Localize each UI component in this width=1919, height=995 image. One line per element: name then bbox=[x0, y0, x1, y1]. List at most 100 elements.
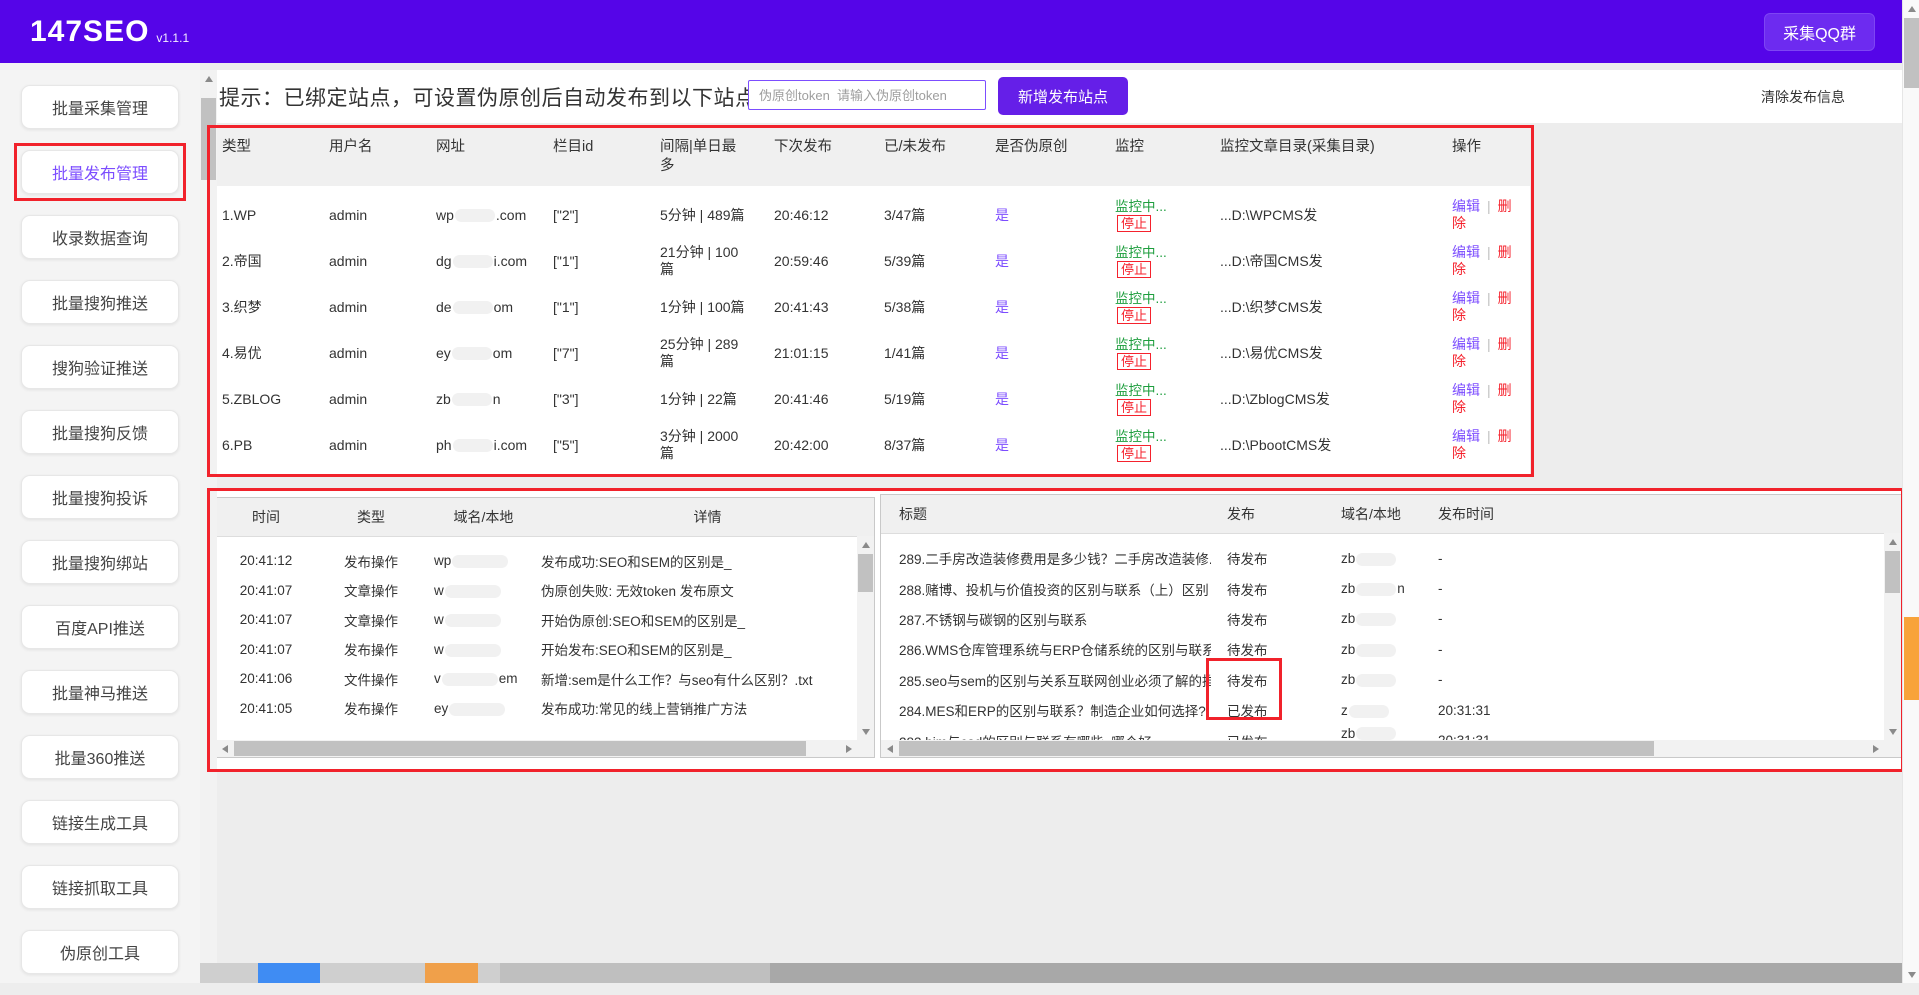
log-domain: w bbox=[426, 612, 541, 627]
stop-button[interactable]: 停止 bbox=[1117, 399, 1151, 416]
token-input[interactable] bbox=[748, 80, 986, 110]
scroll-left-icon[interactable] bbox=[216, 740, 233, 757]
app-logo-group: 147SEO v1.1.1 bbox=[30, 0, 189, 63]
log-time: 20:41:12 bbox=[216, 553, 316, 568]
article-hscroll-thumb[interactable] bbox=[899, 741, 1654, 756]
content-scrollbar-thumb[interactable] bbox=[201, 98, 216, 180]
site-operations: 编辑|删除 bbox=[1440, 330, 1530, 376]
scroll-down-icon[interactable] bbox=[857, 723, 874, 740]
content-scrollbar[interactable] bbox=[200, 70, 217, 963]
monitor-status: 监控中... bbox=[1115, 429, 1167, 444]
article-row: 288.赌博、投机与价值投资的区别与联系（上）区别待发布zbn- bbox=[881, 573, 1901, 603]
url-suffix: i.com bbox=[494, 437, 527, 453]
scroll-down-icon[interactable] bbox=[1903, 966, 1919, 983]
redacted-blob bbox=[445, 585, 501, 598]
table-row: 2.帝国admindgi.com["1"]21分钟 | 100篇20:59:46… bbox=[210, 238, 1530, 284]
site-user: admin bbox=[317, 422, 424, 468]
scroll-right-icon[interactable] bbox=[1867, 740, 1884, 757]
log-detail: 开始伪原创:SEO和SEM的区别是_ bbox=[541, 610, 874, 630]
sidebar-item[interactable]: 批量360推送 bbox=[21, 735, 179, 779]
scroll-up-icon[interactable] bbox=[200, 70, 217, 87]
log-panel-vscrollbar[interactable] bbox=[857, 536, 874, 740]
stop-button[interactable]: 停止 bbox=[1117, 307, 1151, 324]
url-suffix: om bbox=[493, 345, 512, 361]
edit-link[interactable]: 编辑 bbox=[1452, 382, 1480, 398]
stop-button[interactable]: 停止 bbox=[1117, 445, 1151, 462]
site-published-count: 2/22篇 bbox=[872, 468, 983, 474]
edit-link[interactable]: 编辑 bbox=[1452, 198, 1480, 214]
sidebar-item[interactable]: 百度API推送 bbox=[21, 605, 179, 649]
log-vscroll-thumb[interactable] bbox=[858, 554, 873, 592]
publish-status: 待发布 bbox=[1211, 548, 1326, 568]
edit-link[interactable]: 编辑 bbox=[1452, 428, 1480, 444]
stop-button[interactable]: 停止 bbox=[1117, 261, 1151, 278]
url-suffix: om bbox=[494, 299, 513, 315]
sidebar-item[interactable]: 批量搜狗绑站 bbox=[21, 540, 179, 584]
sidebar-item[interactable]: 批量采集管理 bbox=[21, 85, 179, 129]
log-panel-hscrollbar[interactable] bbox=[216, 740, 857, 757]
site-type: 5.ZBLOG bbox=[210, 376, 317, 422]
stop-button[interactable]: 停止 bbox=[1117, 353, 1151, 370]
site-directory: ...D:\WPCMS发 bbox=[1208, 189, 1440, 238]
log-hscroll-thumb[interactable] bbox=[234, 741, 806, 756]
page-scrollbar[interactable] bbox=[1902, 0, 1919, 983]
sidebar-item[interactable]: 批量发布管理 bbox=[21, 150, 179, 194]
sidebar-item[interactable]: 链接抓取工具 bbox=[21, 865, 179, 909]
sidebar-item[interactable]: 链接生成工具 bbox=[21, 800, 179, 844]
separator: | bbox=[1487, 336, 1491, 352]
site-published-count: 1/41篇 bbox=[872, 330, 983, 376]
publish-status: 待发布 bbox=[1211, 579, 1326, 599]
page-scrollbar-marker[interactable] bbox=[1904, 617, 1919, 700]
domain-prefix: zb bbox=[1341, 642, 1355, 657]
log-row: 20:41:07文章操作w伪原创失败: 无效token 发布原文 bbox=[216, 576, 874, 606]
sidebar-item[interactable]: 批量搜狗投诉 bbox=[21, 475, 179, 519]
scroll-right-icon[interactable] bbox=[840, 740, 857, 757]
log-type: 文章操作 bbox=[316, 580, 426, 600]
scroll-left-icon[interactable] bbox=[881, 740, 898, 757]
site-user: admin bbox=[317, 376, 424, 422]
site-interval: 1分钟 | 22篇 bbox=[648, 376, 762, 422]
edit-link[interactable]: 编辑 bbox=[1452, 336, 1480, 352]
article-title: 287.不锈钢与碳钢的区别与联系 bbox=[881, 609, 1211, 629]
clear-publish-link[interactable]: 清除发布信息 bbox=[1761, 70, 1845, 123]
scroll-up-icon[interactable] bbox=[857, 536, 874, 553]
article-panel-vscrollbar[interactable] bbox=[1884, 533, 1901, 740]
redacted-blob bbox=[449, 703, 505, 716]
edit-link[interactable]: 编辑 bbox=[1452, 244, 1480, 260]
sidebar-item[interactable]: 批量神马推送 bbox=[21, 670, 179, 714]
site-column-id: ["1"] bbox=[541, 238, 648, 284]
sidebar-item[interactable]: 伪原创工具 bbox=[21, 930, 179, 974]
page-scrollbar-thumb[interactable] bbox=[1904, 18, 1919, 88]
site-next-publish: 20:59:46 bbox=[762, 238, 872, 284]
sites-table: 类型用户名网址栏目id间隔|单日最多下次发布已/未发布是否伪原创监控监控文章目录… bbox=[210, 128, 1530, 474]
site-operations: 编辑|删除 bbox=[1440, 376, 1530, 422]
site-monitor: 监控中...停止 bbox=[1103, 238, 1208, 284]
publish-time: - bbox=[1426, 672, 1901, 687]
stop-button[interactable]: 停止 bbox=[1117, 215, 1151, 232]
sidebar-item[interactable]: 批量搜狗推送 bbox=[21, 280, 179, 324]
sidebar-item[interactable]: 搜狗验证推送 bbox=[21, 345, 179, 389]
article-panel-hscrollbar[interactable] bbox=[881, 740, 1884, 757]
log-detail: 新增:sem是什么工作？与seo有什么区别？.txt bbox=[541, 669, 874, 689]
domain-prefix: w bbox=[434, 583, 444, 598]
taskbar-segment bbox=[258, 963, 320, 983]
sidebar-item[interactable]: 收录数据查询 bbox=[21, 215, 179, 259]
redacted-blob bbox=[452, 393, 492, 406]
sidebar-item[interactable]: 批量搜狗反馈 bbox=[21, 410, 179, 454]
article-vscroll-thumb[interactable] bbox=[1885, 551, 1900, 593]
add-site-button[interactable]: 新增发布站点 bbox=[998, 77, 1128, 115]
url-prefix: dg bbox=[436, 253, 452, 269]
scroll-up-icon[interactable] bbox=[1903, 0, 1919, 17]
edit-link[interactable]: 编辑 bbox=[1452, 290, 1480, 306]
site-type: 7.迅睿 bbox=[210, 468, 317, 474]
redacted-blob bbox=[453, 439, 493, 452]
article-title: 289.二手房改造装修费用是多少钱？二手房改造装修... bbox=[881, 548, 1211, 568]
taskbar-strip bbox=[200, 963, 1902, 983]
site-type: 3.织梦 bbox=[210, 284, 317, 330]
url-suffix: i.com bbox=[494, 253, 527, 269]
scroll-down-icon[interactable] bbox=[1884, 723, 1901, 740]
article-domain: zbn bbox=[1326, 581, 1426, 596]
qq-group-button[interactable]: 采集QQ群 bbox=[1764, 13, 1875, 51]
scroll-up-icon[interactable] bbox=[1884, 533, 1901, 550]
publish-time: - bbox=[1426, 611, 1901, 626]
